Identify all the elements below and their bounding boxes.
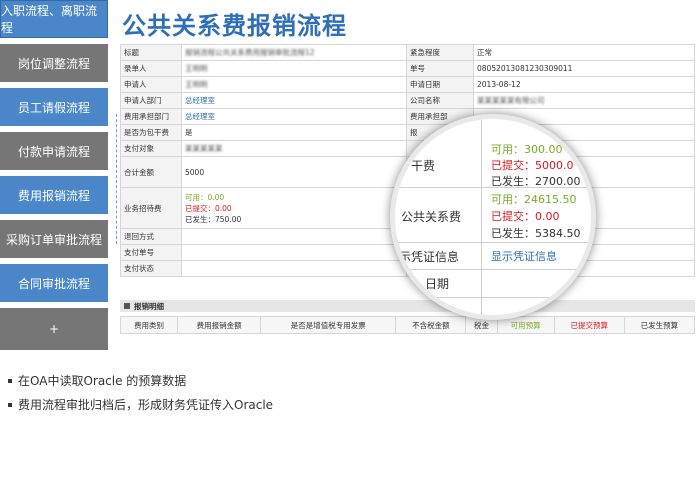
column-header: 是否是增值税专用发票	[260, 316, 397, 334]
budget-submitted: 已提交：0.00	[491, 210, 560, 223]
column-header: 费用类别	[119, 316, 179, 334]
detail-section-title: 报销明细	[134, 301, 164, 311]
divider	[395, 297, 591, 298]
detail-section-header: 报销明细	[120, 300, 695, 312]
form-label: 公司名称	[406, 92, 474, 109]
mag-label-allowance: 干费	[411, 159, 436, 173]
nav-item-onboarding-offboarding[interactable]: 入职流程、离职流程	[0, 0, 108, 38]
budget-available: 可用：24615.50	[491, 193, 577, 206]
nav-item-leave-request[interactable]: 员工请假流程	[0, 88, 108, 126]
form-label: 单号	[406, 60, 474, 77]
payment-status-label: 支付状态	[120, 260, 182, 277]
bullet-item: 费用流程审批归档后，形成财务凭证传入Oracle	[8, 396, 273, 413]
form-value: 某某某某某	[181, 140, 407, 157]
form-value: 0805201308123030901​1	[473, 60, 695, 77]
form-value[interactable]: 总经理室	[181, 92, 407, 109]
nav-item-position-adjustment[interactable]: 岗位调整流程	[0, 44, 108, 82]
form-value: 王明明	[181, 76, 407, 93]
show-voucher-link[interactable]: 显示凭证信息	[491, 248, 557, 264]
budget-occurred: 已发生：5384.50	[491, 227, 581, 240]
entertain-label: 业务招待费	[120, 187, 182, 229]
form-row: 费用承担部门 总经理室 费用承担部	[120, 108, 695, 125]
form-label: 申请日期	[406, 76, 474, 93]
page-title: 公共关系费报销流程	[122, 12, 347, 40]
budget-submitted: 已提交：0.00	[185, 203, 232, 213]
connector-line	[116, 114, 118, 244]
divider	[481, 119, 482, 315]
form-value: 正常	[473, 44, 695, 61]
form-row: 是否为包干费 是 报	[120, 124, 695, 141]
mag-label-voucher: 示凭证信息	[399, 250, 460, 264]
nav-item-purchase-order[interactable]: 采购订单审批流程	[0, 220, 108, 258]
total-label: 合计金额	[120, 156, 182, 188]
refund-label: 退回方式	[120, 228, 182, 245]
column-header: 不含税金额	[395, 316, 467, 334]
form-label: 申请人	[120, 76, 182, 93]
form-label: 支付对象	[120, 140, 182, 157]
form-row: 申请人 王明明 申请日期 2013-08-12	[120, 76, 695, 93]
feature-bullets: 在OA中读取Oracle 的预算数据 费用流程审批归档后，形成财务凭证传入Ora…	[8, 372, 273, 420]
bullet-text: 费用流程审批归档后，形成财务凭证传入Oracle	[18, 398, 274, 412]
bullet-dot-icon	[8, 378, 12, 383]
form-row: 标题 报销流程公共关系费用报销审批流程12 紧急程度 正常	[120, 44, 695, 61]
bullet-text: 在OA中读取Oracle 的预算数据	[18, 374, 187, 388]
form-value: 2013-08-12	[473, 76, 695, 93]
budget-available: 可用：300.00	[491, 143, 563, 156]
entertain-budget: 可用：0.00 已提交：0.00 已发生：750.00	[181, 187, 407, 229]
nav-item-add[interactable]: +	[0, 308, 108, 350]
form-label: 录单人	[120, 60, 182, 77]
payment-status-value	[181, 260, 407, 277]
budget-occurred: 已发生：2700.00	[491, 175, 581, 188]
divider	[395, 242, 591, 243]
square-icon	[124, 303, 130, 309]
divider	[395, 269, 591, 270]
magnifier-lens: 干费 可用：300.00 已提交：5000.0 已发生：2700.00 公共关系…	[390, 114, 596, 320]
bullet-item: 在OA中读取Oracle 的预算数据	[8, 372, 273, 389]
bullet-dot-icon	[8, 402, 12, 407]
payment-number-label: 支付单号	[120, 244, 182, 261]
nav-item-expense-reimbursement[interactable]: 费用报销流程	[0, 176, 108, 214]
mag-label-public-relations: 公共关系费	[401, 210, 462, 224]
form-label: 申请人部门	[120, 92, 182, 109]
refund-value[interactable]	[181, 228, 407, 245]
payment-number-value[interactable]	[181, 244, 407, 261]
form-row: 录单人 王明明 单号 0805201308123030901​1	[120, 60, 695, 77]
column-header: 已发生预算	[623, 316, 696, 334]
nav-item-contract-approval[interactable]: 合同审批流程	[0, 264, 108, 302]
nav-item-payment-request[interactable]: 付款申请流程	[0, 132, 108, 170]
form-value[interactable]: 总经理室	[181, 108, 407, 125]
column-header: 已提交预算	[553, 316, 625, 334]
budget-occurred: 已发生：750.00	[185, 214, 242, 224]
budget-submitted: 已提交：5000.0	[491, 159, 574, 172]
form-row: 支付对象 某某某某某	[120, 140, 695, 157]
budget-available: 可用：0.00	[185, 192, 225, 202]
form-label: 紧急程度	[406, 44, 474, 61]
form-label: 是否为包干费	[120, 124, 182, 141]
detail-header-row: 费用类别 费用报销金额 是否是增值税专用发票 不含税金额 税金 可用预算 已提交…	[119, 316, 696, 334]
form-row: 申请人部门 总经理室 公司名称 某某某某某有限公司	[120, 92, 695, 109]
total-value: 5000	[181, 156, 407, 188]
form-value: 王明明	[181, 60, 407, 77]
detail-table: 费用类别 费用报销金额 是否是增值税专用发票 不含税金额 税金 可用预算 已提交…	[119, 316, 696, 334]
form-value: 是	[181, 124, 407, 141]
form-value: 报销流程公共关系费用报销审批流程12	[181, 44, 407, 61]
mag-label-date: 日期	[425, 277, 450, 291]
column-header: 费用报销金额	[177, 316, 262, 334]
form-value: 某某某某某有限公司	[473, 92, 695, 109]
form-label: 标题	[120, 44, 182, 61]
form-label: 费用承担部门	[120, 108, 182, 125]
